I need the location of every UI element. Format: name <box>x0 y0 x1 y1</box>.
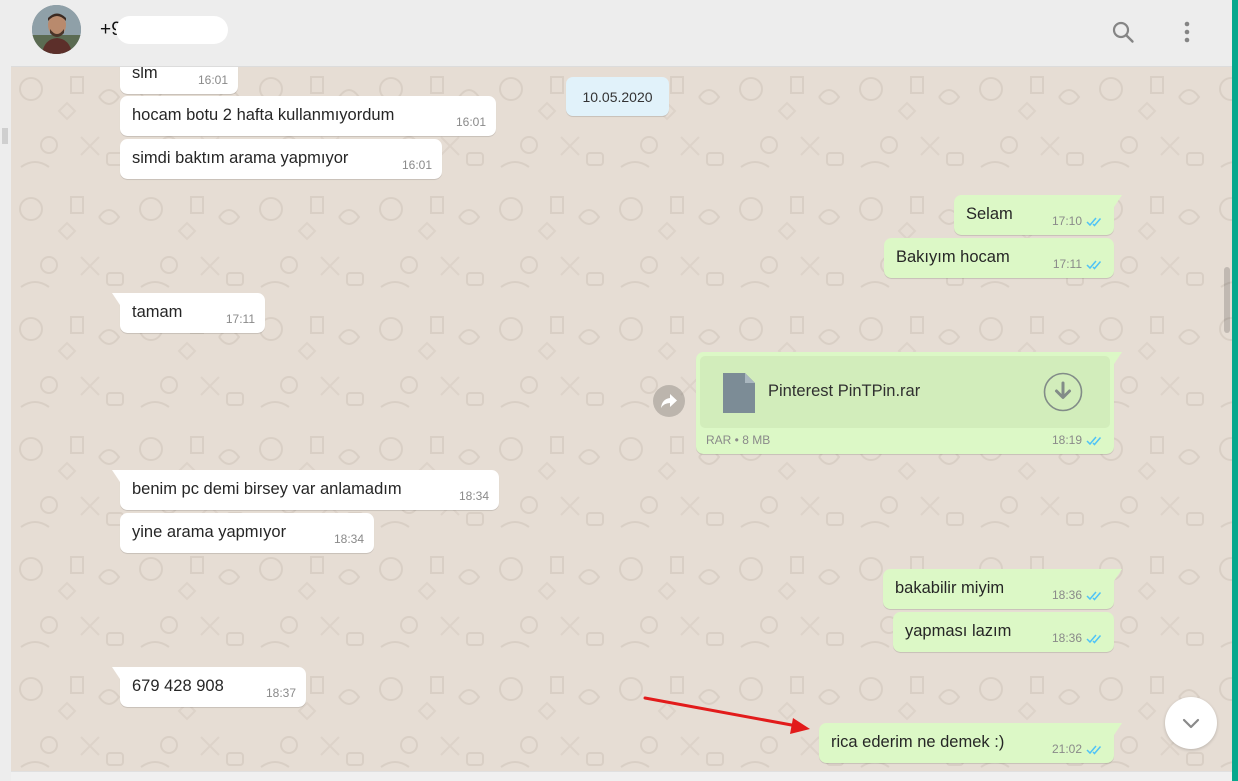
message-in[interactable]: 679 428 908 18:37 <box>112 667 306 707</box>
forward-button[interactable] <box>653 385 685 417</box>
message-time: 18:36 <box>1051 631 1082 645</box>
window-accent-bar <box>1232 0 1238 781</box>
message-time: 17:11 <box>1052 257 1082 271</box>
message-in[interactable]: tamam 17:11 <box>112 293 265 333</box>
message-out[interactable]: yapması lazım 18:36 <box>893 612 1114 652</box>
chat-header: +9 34 40 <box>11 0 1232 67</box>
file-attachment[interactable]: Pinterest PinTPin.rar <box>700 356 1110 428</box>
document-icon <box>723 373 755 413</box>
read-ticks-icon <box>1086 217 1102 227</box>
search-icon[interactable] <box>1105 14 1141 50</box>
message-text: rica ederim ne demek :) <box>831 733 1005 751</box>
message-text: bakabilir miyim <box>895 579 1005 597</box>
message-text: Bakıyım hocam <box>896 248 1010 266</box>
message-time: 18:37 <box>265 686 296 700</box>
read-ticks-icon <box>1086 745 1102 755</box>
message-text: simdi baktım arama yapmıyor <box>132 149 349 167</box>
left-panel-mark <box>2 128 8 144</box>
message-text: hocam botu 2 hafta kullanmıyordum <box>132 106 395 124</box>
message-time: 18:34 <box>458 489 489 503</box>
message-in[interactable]: yine arama yapmıyor 18:34 <box>120 513 374 553</box>
message-time: 17:10 <box>1051 214 1082 228</box>
scroll-down-button[interactable] <box>1165 697 1217 749</box>
chevron-down-icon <box>1182 718 1200 728</box>
message-text: 679 428 908 <box>132 677 224 695</box>
redaction-mark <box>116 16 228 44</box>
message-text: yine arama yapmıyor <box>132 523 287 541</box>
message-time: 16:01 <box>197 73 228 87</box>
message-out[interactable]: Bakıyım hocam 17:11 <box>884 238 1114 278</box>
compose-area-edge <box>11 771 1232 781</box>
message-time: 18:36 <box>1051 588 1082 602</box>
message-time: 21:02 <box>1051 742 1082 756</box>
file-message[interactable]: Pinterest PinTPin.rar RAR • 8 MB 18:19 <box>696 352 1122 454</box>
menu-kebab-icon[interactable] <box>1169 14 1205 50</box>
read-ticks-icon <box>1086 436 1102 446</box>
message-time: 16:01 <box>455 115 486 129</box>
date-separator: 10.05.2020 <box>566 77 669 116</box>
download-icon[interactable] <box>1043 372 1083 412</box>
message-text: slm <box>132 67 158 82</box>
message-text: benim pc demi birsey var anlamadım <box>132 480 402 498</box>
message-text: tamam <box>132 303 183 321</box>
forward-icon <box>661 394 677 408</box>
message-in[interactable]: hocam botu 2 hafta kullanmıyordum 16:01 <box>120 96 496 136</box>
message-time: 18:34 <box>333 532 364 546</box>
message-text: Selam <box>966 205 1013 223</box>
read-ticks-icon <box>1086 634 1102 644</box>
message-out[interactable]: Selam 17:10 <box>954 195 1122 235</box>
message-time: 17:11 <box>225 312 255 326</box>
message-text: yapması lazım <box>905 622 1012 640</box>
chat-panel[interactable]: 10.05.2020 slm 16:01 hocam botu 2 hafta … <box>11 67 1232 771</box>
contact-avatar[interactable] <box>32 5 81 54</box>
message-out[interactable]: rica ederim ne demek :) 21:02 <box>819 723 1122 763</box>
message-in[interactable]: slm 16:01 <box>120 67 238 94</box>
avatar-image <box>32 5 81 54</box>
read-ticks-icon <box>1086 260 1102 270</box>
message-time: 16:01 <box>401 158 432 172</box>
file-name: Pinterest PinTPin.rar <box>768 382 921 400</box>
message-in[interactable]: simdi baktım arama yapmıyor 16:01 <box>120 139 442 179</box>
message-time: 18:19 <box>1051 433 1082 447</box>
file-meta: RAR • 8 MB <box>706 433 771 447</box>
chat-scrollbar[interactable] <box>1224 267 1230 333</box>
message-out[interactable]: bakabilir miyim 18:36 <box>883 569 1122 609</box>
whatsapp-web-window: +9 34 40 10. <box>0 0 1238 781</box>
read-ticks-icon <box>1086 591 1102 601</box>
message-in[interactable]: benim pc demi birsey var anlamadım 18:34 <box>112 470 499 510</box>
